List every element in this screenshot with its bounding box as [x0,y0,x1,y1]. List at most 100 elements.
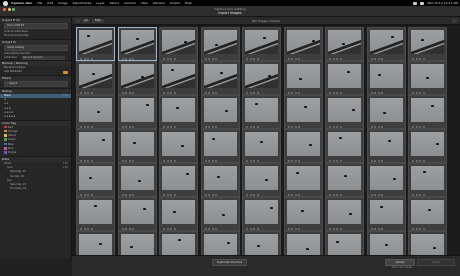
thumbnail[interactable] [408,61,447,95]
thumbnail[interactable] [325,231,364,255]
thumbnail[interactable] [242,61,281,95]
menu-clock[interactable]: Wed Oct 2 10:17 AM [427,1,458,5]
thumbnail[interactable] [366,61,406,95]
thumbnail[interactable] [283,95,323,129]
thumbnail[interactable] [283,27,323,61]
duplicate-structure-button[interactable]: Duplicate Structure [212,259,248,266]
wifi-icon[interactable] [413,1,418,5]
thumbnail[interactable] [283,231,323,255]
menu-file[interactable]: File [37,1,42,5]
thumbnail[interactable] [159,197,198,231]
thumbnail[interactable] [76,129,115,163]
thumbnail[interactable] [76,27,115,61]
thumbnail[interactable] [408,163,447,197]
import-button[interactable]: Import [417,259,455,266]
thumbnail-grid[interactable] [72,25,460,255]
thumbnail[interactable] [408,197,447,231]
thumbnail[interactable] [76,95,115,129]
menu-adjustments[interactable]: Adjustments [72,1,91,5]
thumbnail[interactable] [117,163,157,197]
thumbnail[interactable] [200,231,240,255]
menu-image[interactable]: Image [58,1,67,5]
menu-view[interactable]: View [141,1,148,5]
thumbnail[interactable] [159,231,198,255]
menu-scripts[interactable]: Scripts [170,1,180,5]
thumbnail[interactable] [159,95,198,129]
thumbnail[interactable] [366,231,406,255]
thumbnail[interactable] [200,129,240,163]
thumbnail[interactable] [159,163,198,197]
battery-icon[interactable] [420,1,425,5]
menu-window[interactable]: Window [153,1,165,5]
thumbnail[interactable] [200,95,240,129]
pink-swatch-icon [4,147,7,150]
thumbnail[interactable] [117,231,157,255]
menu-layer[interactable]: Layer [96,1,104,5]
menu-camera[interactable]: Camera [124,1,136,5]
thumbnail[interactable] [200,197,240,231]
thumbnail[interactable] [366,95,406,129]
thumbnail[interactable] [366,163,406,197]
color-tag-row[interactable]: Purple [0,151,71,155]
thumbnail[interactable] [408,27,447,61]
menu-edit[interactable]: Edit [47,1,53,5]
thumbnail[interactable] [200,163,240,197]
thumbnail[interactable] [242,163,281,197]
thumbnail[interactable] [366,129,406,163]
date-row[interactable]: Thursday 18 [0,187,71,191]
thumbnail[interactable] [117,61,157,95]
thumbnail[interactable] [325,163,364,197]
apple-icon[interactable] [3,0,8,6]
thumbnail[interactable] [325,27,364,61]
thumbnail[interactable] [117,95,157,129]
thumbnail[interactable] [242,95,281,129]
cancel-button[interactable]: Cancel [385,259,415,266]
thumbnail[interactable] [117,197,157,231]
menu-help[interactable]: Help [185,1,192,5]
toggle-switch[interactable] [63,71,68,74]
thumbnail[interactable] [408,129,447,163]
thumbnail[interactable] [76,61,115,95]
import-to-header[interactable]: Import To [0,38,71,45]
thumbnail[interactable] [76,163,115,197]
exclude-duplicates-option[interactable]: Exclude Duplicates [0,34,71,38]
thumbnail[interactable] [159,129,198,163]
thumbnail[interactable] [76,231,115,255]
thumbnail[interactable] [325,61,364,95]
import-destination-select[interactable]: Inside Catalog [4,44,68,51]
thumbnail[interactable] [325,197,364,231]
menu-app-name[interactable]: Capture One [11,1,32,5]
filter-search-input[interactable]: ⌕ Search [4,80,68,87]
thumbnail[interactable] [242,197,281,231]
list-view-icon[interactable] [452,18,457,23]
thumbnail-meta [163,159,194,162]
thumbnail[interactable] [200,61,240,95]
thumbnail[interactable] [242,27,281,61]
thumbnail[interactable] [242,231,281,255]
thumbnail[interactable] [408,95,447,129]
collection-select[interactable]: Recent Imports [22,56,65,60]
thumbnail[interactable] [76,197,115,231]
thumbnail[interactable] [283,163,323,197]
import-source-select[interactable]: Canon EOS R7 [4,23,68,29]
thumbnail[interactable] [325,129,364,163]
thumbnail[interactable] [159,61,198,95]
thumbnail[interactable] [325,95,364,129]
thumbnail[interactable] [366,27,406,61]
thumbnail[interactable] [242,129,281,163]
add-metadata-option[interactable]: Add Metadata [0,70,71,74]
rating-row[interactable]: ★★★★★ [0,115,71,119]
thumbnail[interactable] [200,27,240,61]
thumbnail[interactable] [283,197,323,231]
menu-select[interactable]: Select [110,1,119,5]
thumbnail[interactable] [366,197,406,231]
thumbnail-meta [287,125,319,128]
thumbnail[interactable] [159,27,198,61]
thumbnail[interactable] [283,61,323,95]
thumbnail[interactable] [117,129,157,163]
thumbnail[interactable] [117,27,157,61]
thumbnail[interactable] [283,129,323,163]
filters-header[interactable]: Filters [0,74,71,81]
collection-row[interactable]: Collection Recent Imports [0,56,71,60]
thumbnail[interactable] [408,231,447,255]
